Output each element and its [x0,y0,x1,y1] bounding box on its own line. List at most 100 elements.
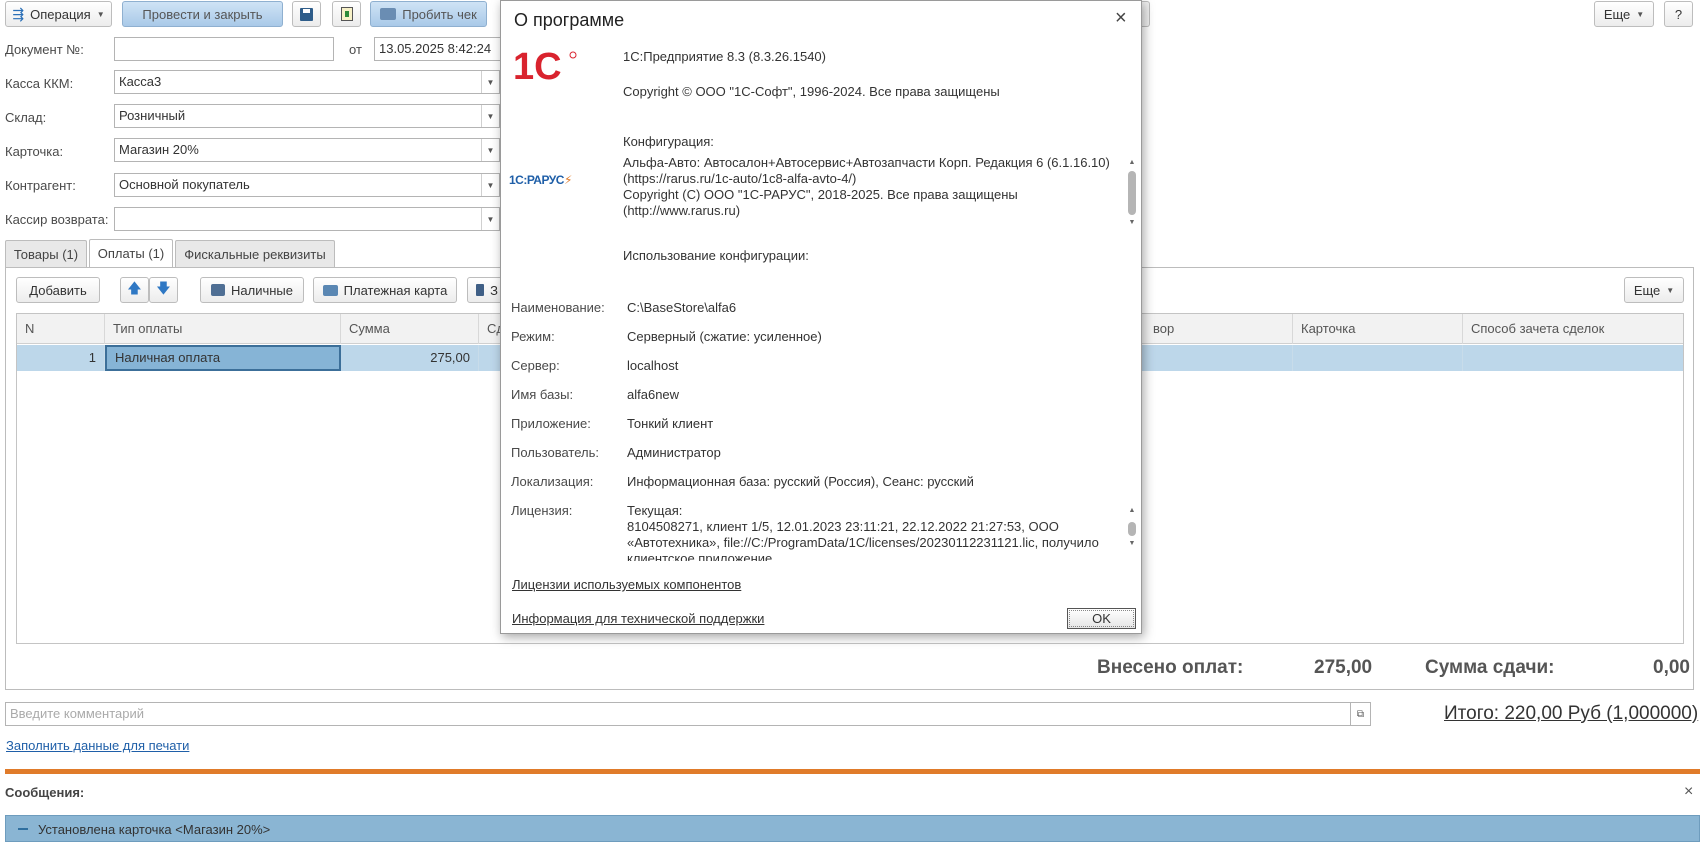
column-header-contract[interactable]: вор [1143,314,1293,344]
tab-fiscal[interactable]: Фискальные реквизиты [175,240,335,267]
scroll-down-icon[interactable]: ▼ [1127,218,1137,228]
card-field[interactable]: Магазин 20% ▼ [114,138,500,162]
document-number-field[interactable] [114,37,334,61]
cash-register-icon [211,284,225,296]
chevron-down-icon: ▼ [1636,9,1645,19]
open-comment-button[interactable]: ⧉ [1351,702,1371,726]
license-label: Лицензия: [511,503,573,518]
config-line: Альфа-Авто: Автосалон+Автосервис+Автозап… [623,155,1110,170]
fill-print-data-link[interactable]: Заполнить данные для печати [6,738,189,753]
dialog-close-icon[interactable]: × [1115,7,1127,30]
print-check-button[interactable]: Пробить чек [370,1,487,27]
more-button-table[interactable]: Еще ▼ [1624,277,1684,303]
license-line: «Автотехника», file://C:/ProgramData/1C/… [627,535,1099,550]
move-up-button[interactable]: 🡅 [120,277,149,303]
platform-copyright: Copyright © ООО "1С-Софт", 1996-2024. Вс… [623,84,1000,99]
cell-card [1293,345,1463,371]
chevron-down-icon[interactable]: ▼ [481,71,499,93]
calculator-label: З [490,282,498,298]
tab-goods[interactable]: Товары (1) [5,240,87,267]
card-label: Карточка: [5,144,64,159]
card-value: Магазин 20% [119,142,199,157]
license-scrollbar[interactable]: ▲ ▼ [1127,506,1137,556]
logo-rarus: 1С:РАРУС⚡ [509,173,572,187]
scroll-up-icon[interactable]: ▲ [1127,506,1137,516]
license-line: 8104508271, клиент 1/5, 12.01.2023 23:11… [627,519,1059,534]
change-value: 0,00 [1653,657,1690,678]
save-button[interactable] [292,1,321,27]
messages-divider [5,769,1700,774]
warehouse-label: Склад: [5,110,47,125]
scroll-down-icon[interactable]: ▼ [1127,539,1137,549]
scroll-thumb[interactable] [1128,522,1136,536]
application-value: Тонкий клиент [627,416,714,431]
cash-button[interactable]: Наличные [200,277,304,303]
comment-input[interactable]: Введите комментарий [5,702,1351,726]
document-post-icon [340,7,353,21]
column-header-deal-offset[interactable]: Способ зачета сделок [1463,314,1683,344]
column-header-sum[interactable]: Сумма [341,314,479,344]
counterparty-field[interactable]: Основной покупатель ▼ [114,173,500,197]
localization-value: Информационная база: русский (Россия), С… [627,474,974,489]
cell-payment-type[interactable]: Наличная оплата [105,345,341,371]
tech-support-link[interactable]: Информация для технической поддержки [512,611,764,626]
payment-card-icon [322,284,338,296]
date-from-label: от [349,42,362,57]
more-button-top[interactable]: Еще ▼ [1594,1,1654,27]
application-label: Приложение: [511,416,591,431]
return-cashier-field[interactable]: ▼ [114,207,500,231]
warehouse-field[interactable]: Розничный ▼ [114,104,500,128]
column-header-n[interactable]: N [17,314,105,344]
server-label: Сервер: [511,358,560,373]
add-button[interactable]: Добавить [16,277,100,303]
chevron-down-icon[interactable]: ▼ [481,208,499,230]
scroll-up-icon[interactable]: ▲ [1127,158,1137,168]
post-and-close-label: Провести и закрыть [142,6,263,22]
license-line: Текущая: [627,503,683,518]
tab-payments[interactable]: Оплаты (1) [89,239,173,267]
paid-label: Внесено оплат: [1097,657,1244,678]
messages-close-icon[interactable]: × [1684,783,1693,801]
save-icon [300,7,313,21]
arrow-down-icon: 🡇 [156,280,171,296]
chevron-down-icon[interactable]: ▼ [481,105,499,127]
platform-version: 1С:Предприятие 8.3 (8.3.26.1540) [623,49,826,64]
comment-placeholder: Введите комментарий [10,706,145,721]
db-name-label: Имя базы: [511,387,574,402]
post-button[interactable] [332,1,361,27]
warehouse-value: Розничный [119,108,186,123]
config-line: (https://rarus.ru/1c-auto/1c8-alfa-avto-… [623,171,857,186]
total-link[interactable]: Итого: 220,00 Руб (1,000000) [1444,703,1698,725]
config-scrollbar[interactable]: ▲ ▼ [1127,158,1137,236]
chevron-down-icon[interactable]: ▼ [481,174,499,196]
config-line: (http://www.rarus.ru) [623,203,741,218]
counterparty-value: Основной покупатель [119,177,250,192]
help-button[interactable]: ? [1664,1,1693,27]
column-header-card[interactable]: Карточка [1293,314,1463,344]
arrow-up-icon: 🡅 [127,280,142,296]
name-label: Наименование: [511,300,605,315]
print-check-label: Пробить чек [402,6,477,22]
messages-title: Сообщения: [5,785,85,800]
cell-contract [1143,345,1293,371]
ok-button[interactable]: OK [1067,608,1136,629]
date-field[interactable]: 13.05.2025 8:42:24 [374,37,504,61]
cash-label: Наличные [231,282,293,298]
dialog-title: О программе [514,10,625,30]
operation-button[interactable]: ⇶ Операция ▼ [5,1,112,27]
scroll-thumb[interactable] [1128,171,1136,215]
change-label: Сумма сдачи: [1425,657,1555,678]
message-item[interactable]: Установлена карточка <Магазин 20%> [5,815,1700,842]
kkm-field[interactable]: Касса3 ▼ [114,70,500,94]
logo-1c-text: 1С [513,47,562,87]
user-label: Пользователь: [511,445,599,460]
post-and-close-button[interactable]: Провести и закрыть [122,1,283,27]
components-licenses-link[interactable]: Лицензии используемых компонентов [512,577,741,592]
move-down-button[interactable]: 🡇 [149,277,178,303]
configuration-label: Конфигурация: [623,134,714,149]
column-header-payment-type[interactable]: Тип оплаты [105,314,341,344]
payment-card-button[interactable]: Платежная карта [313,277,457,303]
document-number-label: Документ №: [5,42,84,57]
chevron-down-icon[interactable]: ▼ [481,139,499,161]
return-cashier-label: Кассир возврата: [5,212,109,227]
